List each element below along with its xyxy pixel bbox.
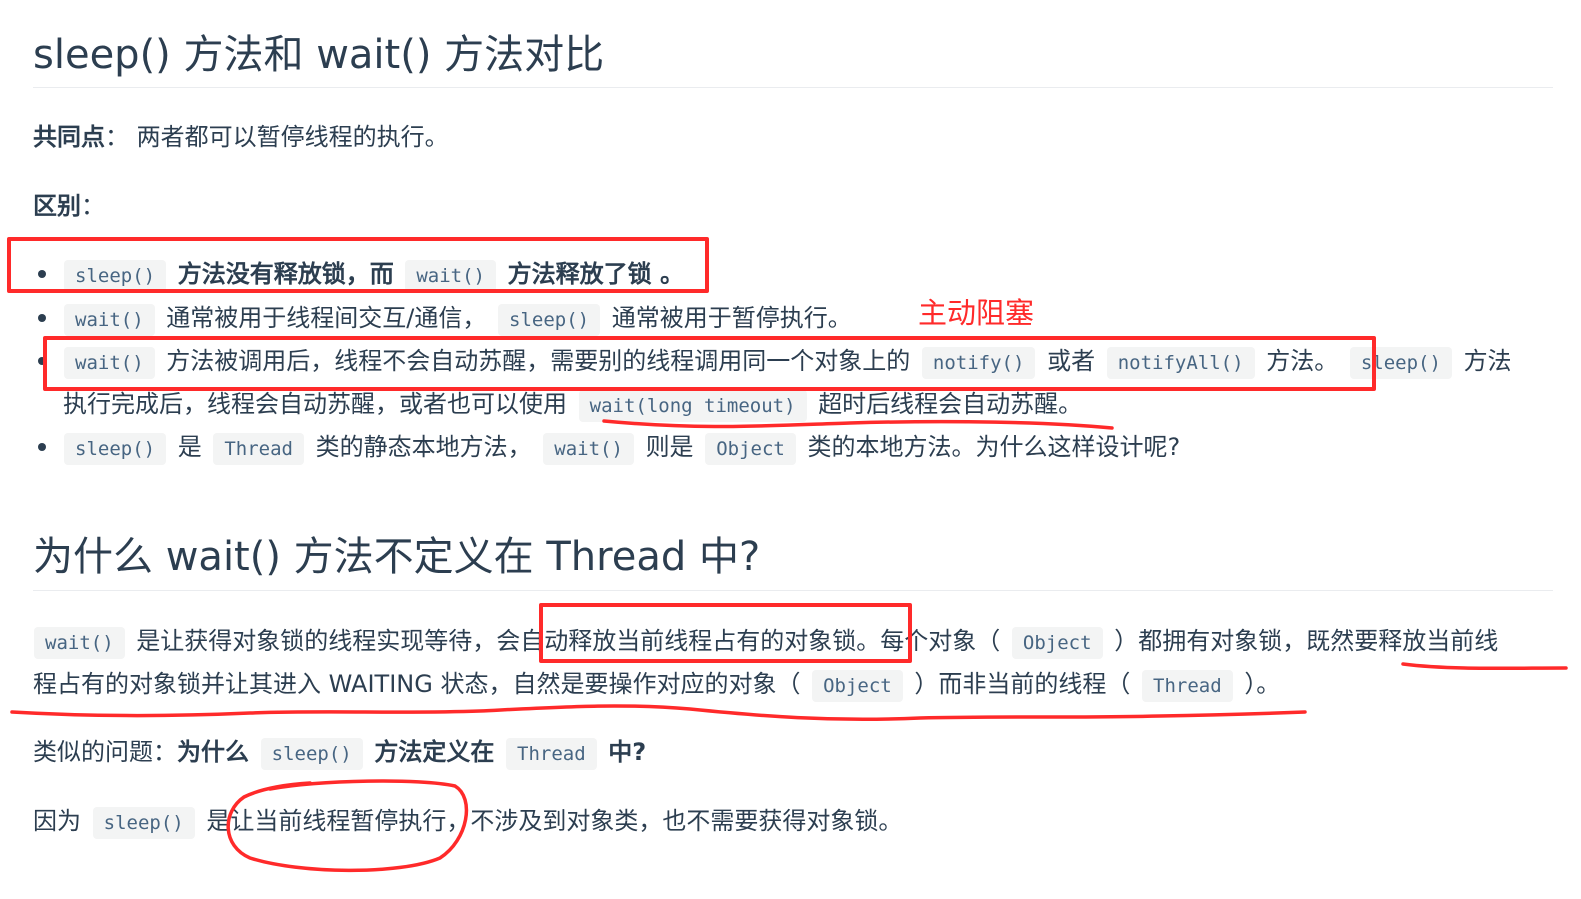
paragraph-bold-text: 中? xyxy=(608,738,647,766)
list-bullet xyxy=(38,443,46,451)
inline-code: sleep() xyxy=(92,807,195,839)
list-item-text: 类的本地方法。为什么这样设计呢? xyxy=(807,433,1181,461)
list-item-text: 方法释放了锁 。 xyxy=(507,260,684,288)
paragraph-text: 程占有的对象锁并让其进入 WAITING 状态，自然是要操作对应的对象（ xyxy=(33,670,801,698)
paragraph-line: 程占有的对象锁并让其进入 WAITING 状态，自然是要操作对应的对象（ Obj… xyxy=(33,667,1280,703)
common-points-text: 两者都可以暂停线程的执行。 xyxy=(136,123,449,151)
list-item-text: 通常被用于线程间交互/通信， xyxy=(166,304,487,332)
paragraph-bold-text: 方法定义在 xyxy=(374,738,495,766)
paragraph-text: 因为 xyxy=(33,807,81,835)
paragraph-text: ）。 xyxy=(1244,670,1281,698)
list-item-text: 方法没有释放锁，而 xyxy=(177,260,394,288)
paragraph-text: 是让当前线程暂停执行，不涉及到对象类，也不需要获得对象锁。 xyxy=(206,807,903,835)
inline-code: wait() xyxy=(64,347,155,379)
inline-code: Thread xyxy=(1142,670,1233,702)
heading-divider xyxy=(33,87,1553,88)
list-bullet xyxy=(38,357,46,365)
section-heading-sleep-vs-wait: sleep() 方法和 wait() 方法对比 xyxy=(33,32,605,78)
list-item-continuation: 执行完成后，线程会自动苏醒，或者也可以使用 wait(long timeout)… xyxy=(63,387,1082,423)
list-item: sleep() 方法没有释放锁，而 wait() 方法释放了锁 。 xyxy=(60,257,684,293)
inline-code: Object xyxy=(705,433,796,465)
paragraph-text: ）而非当前的线程（ xyxy=(914,670,1131,698)
inline-code: wait() xyxy=(405,260,496,292)
annotation-note: 主动阻塞 xyxy=(918,296,1035,330)
paragraph-bold-text: 为什么 xyxy=(177,738,249,766)
differences-line: 区别： xyxy=(33,189,105,223)
list-item-text: 方法。 xyxy=(1266,347,1339,375)
list-bullet xyxy=(38,270,46,278)
inline-code: notifyAll() xyxy=(1106,347,1255,379)
list-bullet xyxy=(38,314,46,322)
inline-code: sleep() xyxy=(64,260,167,292)
inline-code: sleep() xyxy=(260,738,363,770)
differences-separator: ： xyxy=(81,192,105,220)
section-heading-why-wait-not-in-thread: 为什么 wait() 方法不定义在 Thread 中? xyxy=(33,534,761,580)
list-item-text: 执行完成后，线程会自动苏醒，或者也可以使用 xyxy=(63,390,567,418)
differences-label: 区别 xyxy=(33,192,81,220)
list-item-text: 方法 xyxy=(1463,347,1512,375)
inline-code: sleep() xyxy=(64,433,167,465)
common-points-label: 共同点 xyxy=(33,123,105,151)
paragraph-line: wait() 是让获得对象锁的线程实现等待，会自动释放当前线程占有的对象锁。每个… xyxy=(30,624,1498,660)
list-item: wait() 通常被用于线程间交互/通信， sleep() 通常被用于暂停执行。 xyxy=(60,301,852,337)
inline-code: Object xyxy=(1011,627,1103,659)
similar-question-line: 类似的问题：为什么 sleep() 方法定义在 Thread 中? xyxy=(33,735,646,771)
list-item: sleep() 是 Thread 类的静态本地方法， wait() 则是 Obj… xyxy=(60,430,1180,466)
paragraph-text: ）都拥有对象锁，既然要释放当前线 xyxy=(1114,627,1499,655)
list-item-text: 是 xyxy=(177,433,202,461)
list-item-text: 超时后线程会自动苏醒。 xyxy=(818,390,1083,418)
list-item-text: 则是 xyxy=(645,433,694,461)
inline-code: Thread xyxy=(213,433,304,465)
inline-code: wait() xyxy=(64,304,155,336)
inline-code: notify() xyxy=(921,347,1036,379)
list-item-text: 通常被用于暂停执行。 xyxy=(611,304,852,332)
inline-code: wait() xyxy=(34,627,125,659)
inline-code: Object xyxy=(812,670,903,702)
list-item: wait() 方法被调用后，线程不会自动苏醒，需要别的线程调用同一个对象上的 n… xyxy=(60,344,1512,380)
list-item-text: 类的静态本地方法， xyxy=(315,433,532,461)
common-points-separator: ： xyxy=(105,123,129,151)
inline-code: wait() xyxy=(543,433,634,465)
list-item-text: 或者 xyxy=(1047,347,1096,375)
inline-code: sleep() xyxy=(1349,347,1452,379)
paragraph-text: 是让获得对象锁的线程实现等待，会自动释放当前线程占有的对象锁。每个对象（ xyxy=(136,627,1001,655)
heading-divider xyxy=(33,590,1553,591)
underline-stroke xyxy=(10,704,1307,722)
document-page: sleep() 方法和 wait() 方法对比 共同点： 两者都可以暂停线程的执… xyxy=(0,0,1581,899)
answer-line: 因为 sleep() 是让当前线程暂停执行，不涉及到对象类，也不需要获得对象锁。 xyxy=(33,804,902,840)
inline-code: sleep() xyxy=(498,304,601,336)
inline-code: wait(long timeout) xyxy=(578,390,807,422)
paragraph-text: 类似的问题： xyxy=(33,738,177,766)
list-item-text: 方法被调用后，线程不会自动苏醒，需要别的线程调用同一个对象上的 xyxy=(166,347,911,375)
common-points-line: 共同点： 两者都可以暂停线程的执行。 xyxy=(33,120,449,154)
underline-stroke xyxy=(1401,662,1568,671)
inline-code: Thread xyxy=(506,738,597,770)
